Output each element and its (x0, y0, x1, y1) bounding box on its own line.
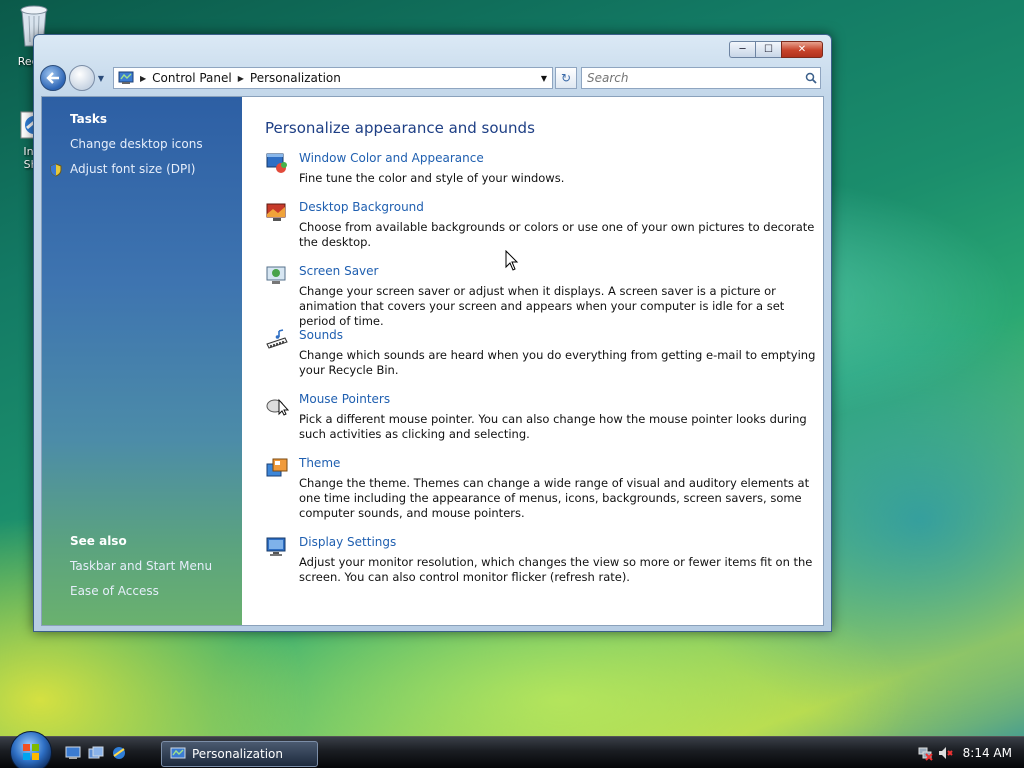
theme-description: Change the theme. Themes can change a wi… (299, 476, 810, 520)
sounds-icon (266, 329, 288, 349)
adjust-font-size-link[interactable]: Adjust font size (DPI) (70, 162, 195, 176)
desktop-background-icon (266, 203, 286, 221)
theme-link[interactable]: Theme (299, 456, 340, 470)
screen-saver-icon (266, 266, 286, 284)
search-input[interactable] (587, 71, 802, 85)
crumb-separator: ▶ (237, 73, 244, 83)
main-pane: Personalize appearance and sounds Window… (242, 97, 823, 625)
back-button[interactable] (40, 65, 66, 91)
mouse-cursor-icon (505, 250, 519, 271)
show-desktop-icon[interactable] (65, 746, 81, 760)
search-box[interactable] (581, 67, 821, 89)
mouse-pointers-description: Pick a different mouse pointer. You can … (299, 412, 807, 441)
forward-button[interactable] (69, 65, 95, 91)
caption-buttons: ─ ☐ ✕ (729, 41, 823, 58)
theme-icon (266, 458, 288, 477)
internet-explorer-icon[interactable] (111, 746, 127, 760)
uac-shield-icon (50, 163, 62, 177)
address-bar[interactable]: ▶ Control Panel ▶ Personalization ▼ (113, 67, 553, 89)
taskbar-button-personalization[interactable]: Personalization (161, 741, 318, 767)
control-panel-icon (170, 747, 186, 759)
volume-muted-icon[interactable] (937, 745, 953, 761)
display-settings-link[interactable]: Display Settings (299, 535, 396, 549)
display-settings-description: Adjust your monitor resolution, which ch… (299, 555, 813, 584)
breadcrumb-control-panel[interactable]: Control Panel (152, 71, 232, 85)
network-disconnected-icon[interactable] (917, 745, 933, 761)
task-pane: Tasks Change desktop icons Adjust font s… (42, 97, 242, 625)
tasks-heading: Tasks (70, 112, 108, 126)
mouse-pointers-icon (266, 398, 289, 416)
system-tray: 8:14 AM (914, 737, 1024, 768)
maximize-button[interactable]: ☐ (755, 41, 781, 58)
change-desktop-icons-link[interactable]: Change desktop icons (70, 137, 203, 151)
windows-logo-icon (23, 744, 39, 760)
start-button[interactable] (10, 731, 52, 768)
window-color-link[interactable]: Window Color and Appearance (299, 151, 484, 165)
recent-pages-dropdown[interactable]: ▼ (95, 65, 107, 91)
refresh-button[interactable]: ↻ (555, 67, 577, 89)
taskbar-start-menu-link[interactable]: Taskbar and Start Menu (70, 559, 212, 573)
sounds-link[interactable]: Sounds (299, 328, 343, 342)
page-title: Personalize appearance and sounds (265, 119, 535, 137)
screen-saver-description: Change your screen saver or adjust when … (299, 284, 785, 328)
sounds-description: Change which sounds are heard when you d… (299, 348, 816, 377)
desktop-background-description: Choose from available backgrounds or col… (299, 220, 815, 249)
window-color-description: Fine tune the color and style of your wi… (299, 171, 565, 185)
breadcrumb-personalization[interactable]: Personalization (250, 71, 341, 85)
ease-of-access-link[interactable]: Ease of Access (70, 584, 159, 598)
display-settings-icon (266, 537, 286, 556)
crumb-separator: ▶ (140, 73, 147, 83)
control-panel-icon (118, 71, 134, 84)
see-also-heading: See also (70, 534, 127, 548)
taskbar: Personalization 8:14 AM (0, 731, 1024, 768)
window-content: Tasks Change desktop icons Adjust font s… (41, 96, 824, 626)
desktop-background-link[interactable]: Desktop Background (299, 200, 424, 214)
back-arrow-icon (46, 72, 59, 84)
mouse-pointers-link[interactable]: Mouse Pointers (299, 392, 390, 406)
close-button[interactable]: ✕ (781, 41, 823, 58)
address-dropdown-button[interactable]: ▼ (536, 68, 552, 88)
minimize-button[interactable]: ─ (729, 41, 755, 58)
window-color-icon (266, 153, 287, 173)
switch-windows-icon[interactable] (88, 746, 104, 760)
taskbar-button-label: Personalization (192, 747, 283, 761)
search-icon[interactable] (802, 72, 820, 84)
navigation-bar: ▼ ▶ Control Panel ▶ Personalization ▼ ↻ (40, 64, 825, 92)
clock[interactable]: 8:14 AM (963, 746, 1012, 760)
personalization-window: ─ ☐ ✕ ▼ ▶ Control Panel ▶ Personalizatio… (33, 34, 832, 632)
screen-saver-link[interactable]: Screen Saver (299, 264, 378, 278)
